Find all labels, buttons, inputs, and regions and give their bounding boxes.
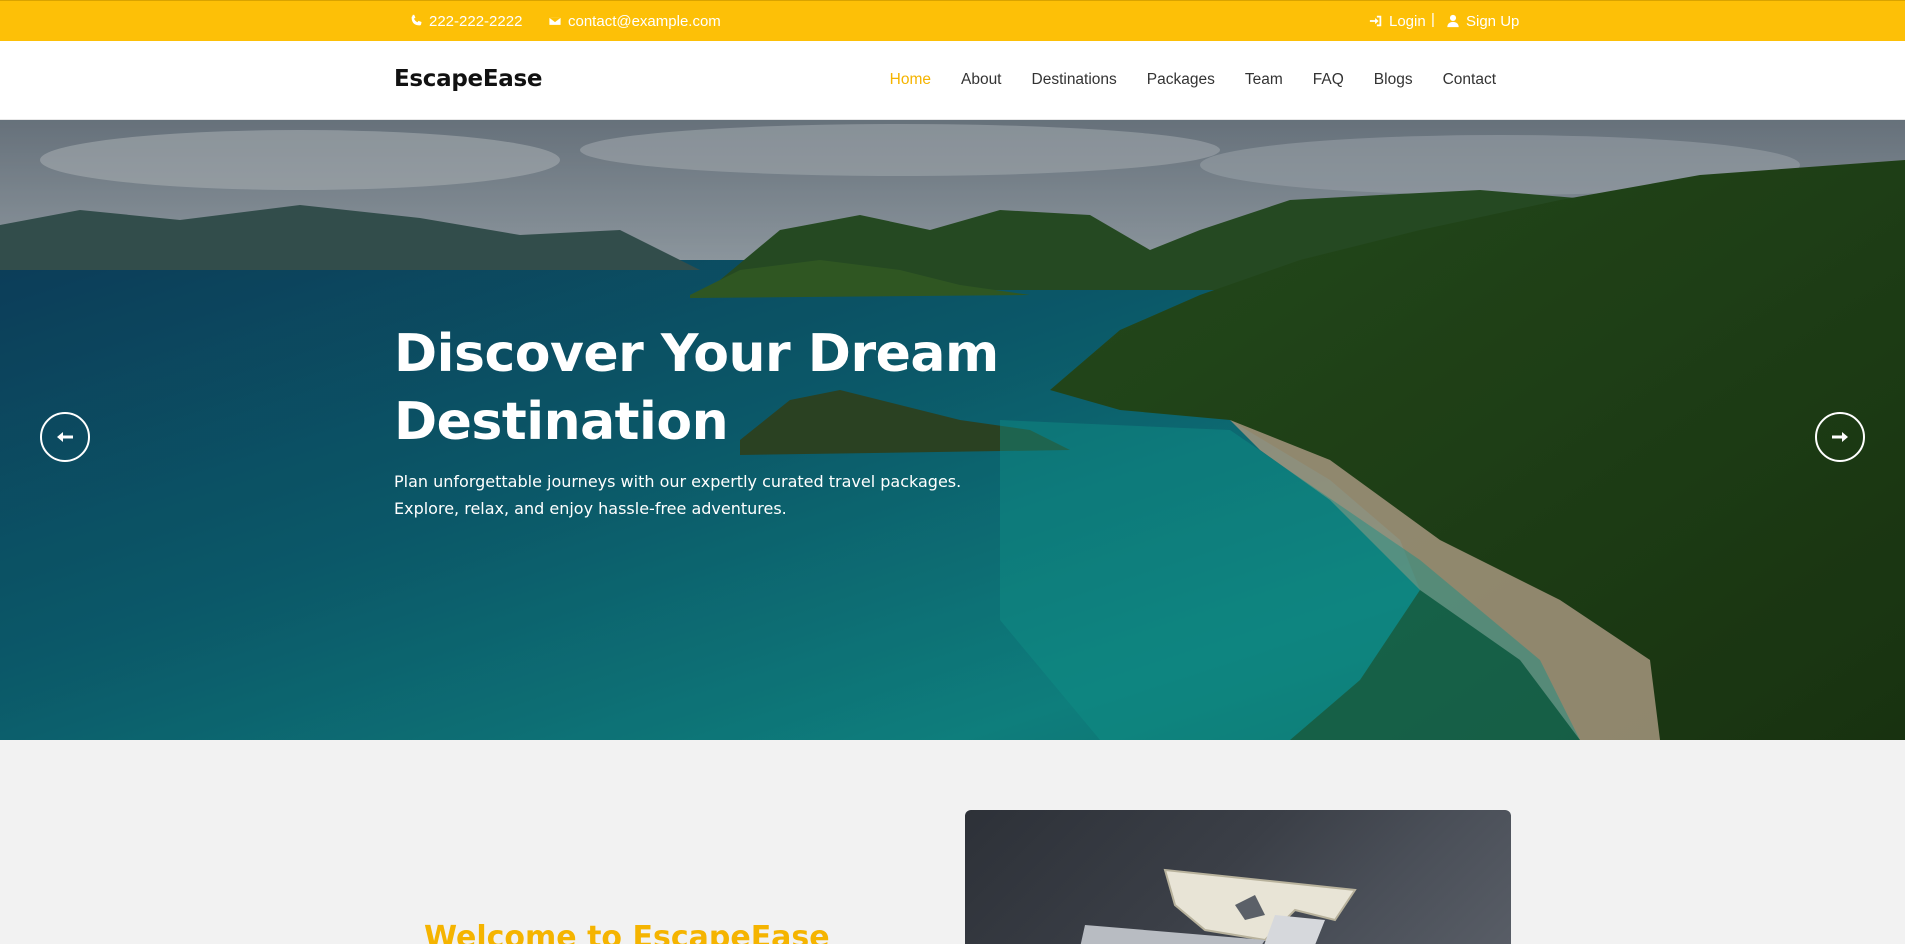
login-label: Login bbox=[1389, 12, 1426, 30]
phone-icon bbox=[411, 14, 422, 26]
topbar-separator: | bbox=[1431, 11, 1435, 28]
main-navbar: EscapeEase Home About Destinations Packa… bbox=[0, 41, 1905, 120]
brand-logo-image bbox=[965, 810, 1511, 944]
top-contact-bar: 222-222-2222 contact@example.com Login |… bbox=[0, 0, 1905, 41]
arrow-right-icon bbox=[1832, 432, 1848, 442]
nav-item-about[interactable]: About bbox=[961, 71, 1002, 89]
nav-item-destinations[interactable]: Destinations bbox=[1032, 71, 1117, 89]
nav-item-blogs[interactable]: Blogs bbox=[1374, 71, 1413, 89]
hero-title: Discover Your Dream Destination bbox=[394, 324, 999, 452]
phone-number: 222-222-2222 bbox=[429, 12, 523, 30]
arrow-left-icon bbox=[57, 432, 73, 442]
login-link[interactable]: Login bbox=[1369, 12, 1426, 30]
envelope-icon bbox=[548, 16, 562, 26]
nav-item-faq[interactable]: FAQ bbox=[1313, 71, 1344, 89]
logo-mockup-graphic bbox=[1080, 868, 1357, 944]
nav-item-contact[interactable]: Contact bbox=[1443, 71, 1496, 89]
carousel-prev-button[interactable] bbox=[40, 412, 90, 462]
email-link[interactable]: contact@example.com bbox=[548, 12, 721, 30]
signup-link[interactable]: Sign Up bbox=[1446, 12, 1519, 30]
email-address: contact@example.com bbox=[568, 12, 721, 30]
nav-menu: Home About Destinations Packages Team FA… bbox=[890, 71, 1496, 89]
hero-subtitle: Plan unforgettable journeys with our exp… bbox=[394, 472, 962, 518]
sign-in-icon bbox=[1369, 15, 1382, 27]
welcome-section: Welcome to EscapeEase bbox=[0, 740, 1905, 944]
nav-item-team[interactable]: Team bbox=[1245, 71, 1283, 89]
hero-carousel: Discover Your Dream Destination Plan unf… bbox=[0, 120, 1905, 740]
user-icon bbox=[1447, 14, 1459, 28]
nav-item-packages[interactable]: Packages bbox=[1147, 71, 1215, 89]
welcome-title: Welcome to EscapeEase bbox=[424, 920, 830, 944]
carousel-next-button[interactable] bbox=[1815, 412, 1865, 462]
signup-label: Sign Up bbox=[1466, 12, 1520, 30]
nav-item-home[interactable]: Home bbox=[890, 71, 931, 89]
brand-logo[interactable]: EscapeEase bbox=[394, 66, 542, 92]
phone-link[interactable]: 222-222-2222 bbox=[409, 12, 522, 30]
